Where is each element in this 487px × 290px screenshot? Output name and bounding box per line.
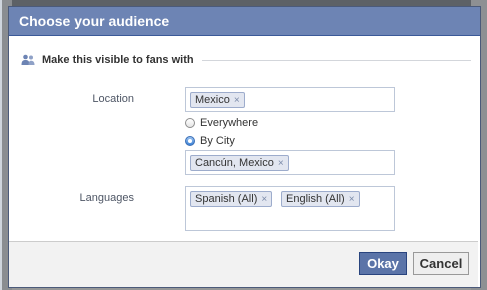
language-token: English (All) ×: [281, 191, 360, 207]
location-input[interactable]: Mexico ×: [185, 87, 395, 112]
language-token: Spanish (All) ×: [190, 191, 273, 207]
city-token: Cancún, Mexico ×: [190, 155, 289, 171]
audience-dialog: Choose your audience Make this visible t…: [8, 6, 481, 288]
languages-input[interactable]: Spanish (All) × English (All) ×: [185, 186, 395, 231]
language-token-label: Spanish (All): [195, 193, 258, 205]
dialog-footer: Okay Cancel: [9, 241, 478, 287]
cancel-button[interactable]: Cancel: [413, 252, 469, 275]
city-token-label: Cancún, Mexico: [195, 157, 274, 169]
location-label: Location: [92, 93, 134, 105]
location-token-label: Mexico: [195, 94, 230, 106]
radio-everywhere-control[interactable]: [185, 118, 195, 128]
section-divider: [201, 59, 471, 61]
remove-token-icon[interactable]: ×: [278, 158, 284, 169]
radio-by-city[interactable]: By City: [185, 135, 235, 147]
radio-everywhere-label: Everywhere: [200, 117, 259, 129]
dialog-title: Choose your audience: [9, 7, 480, 36]
remove-token-icon[interactable]: ×: [261, 194, 267, 205]
radio-by-city-control[interactable]: [185, 136, 195, 146]
section-header: Make this visible to fans with: [21, 52, 471, 68]
location-token: Mexico ×: [190, 92, 245, 108]
okay-button[interactable]: Okay: [359, 252, 407, 275]
languages-label: Languages: [79, 192, 134, 204]
radio-by-city-label: By City: [200, 135, 235, 147]
language-token-label: English (All): [286, 193, 345, 205]
radio-everywhere[interactable]: Everywhere: [185, 117, 258, 129]
remove-token-icon[interactable]: ×: [234, 95, 240, 106]
remove-token-icon[interactable]: ×: [349, 194, 355, 205]
people-icon: [21, 54, 35, 65]
city-input[interactable]: Cancún, Mexico ×: [185, 150, 395, 175]
section-title: Make this visible to fans with: [42, 54, 194, 66]
